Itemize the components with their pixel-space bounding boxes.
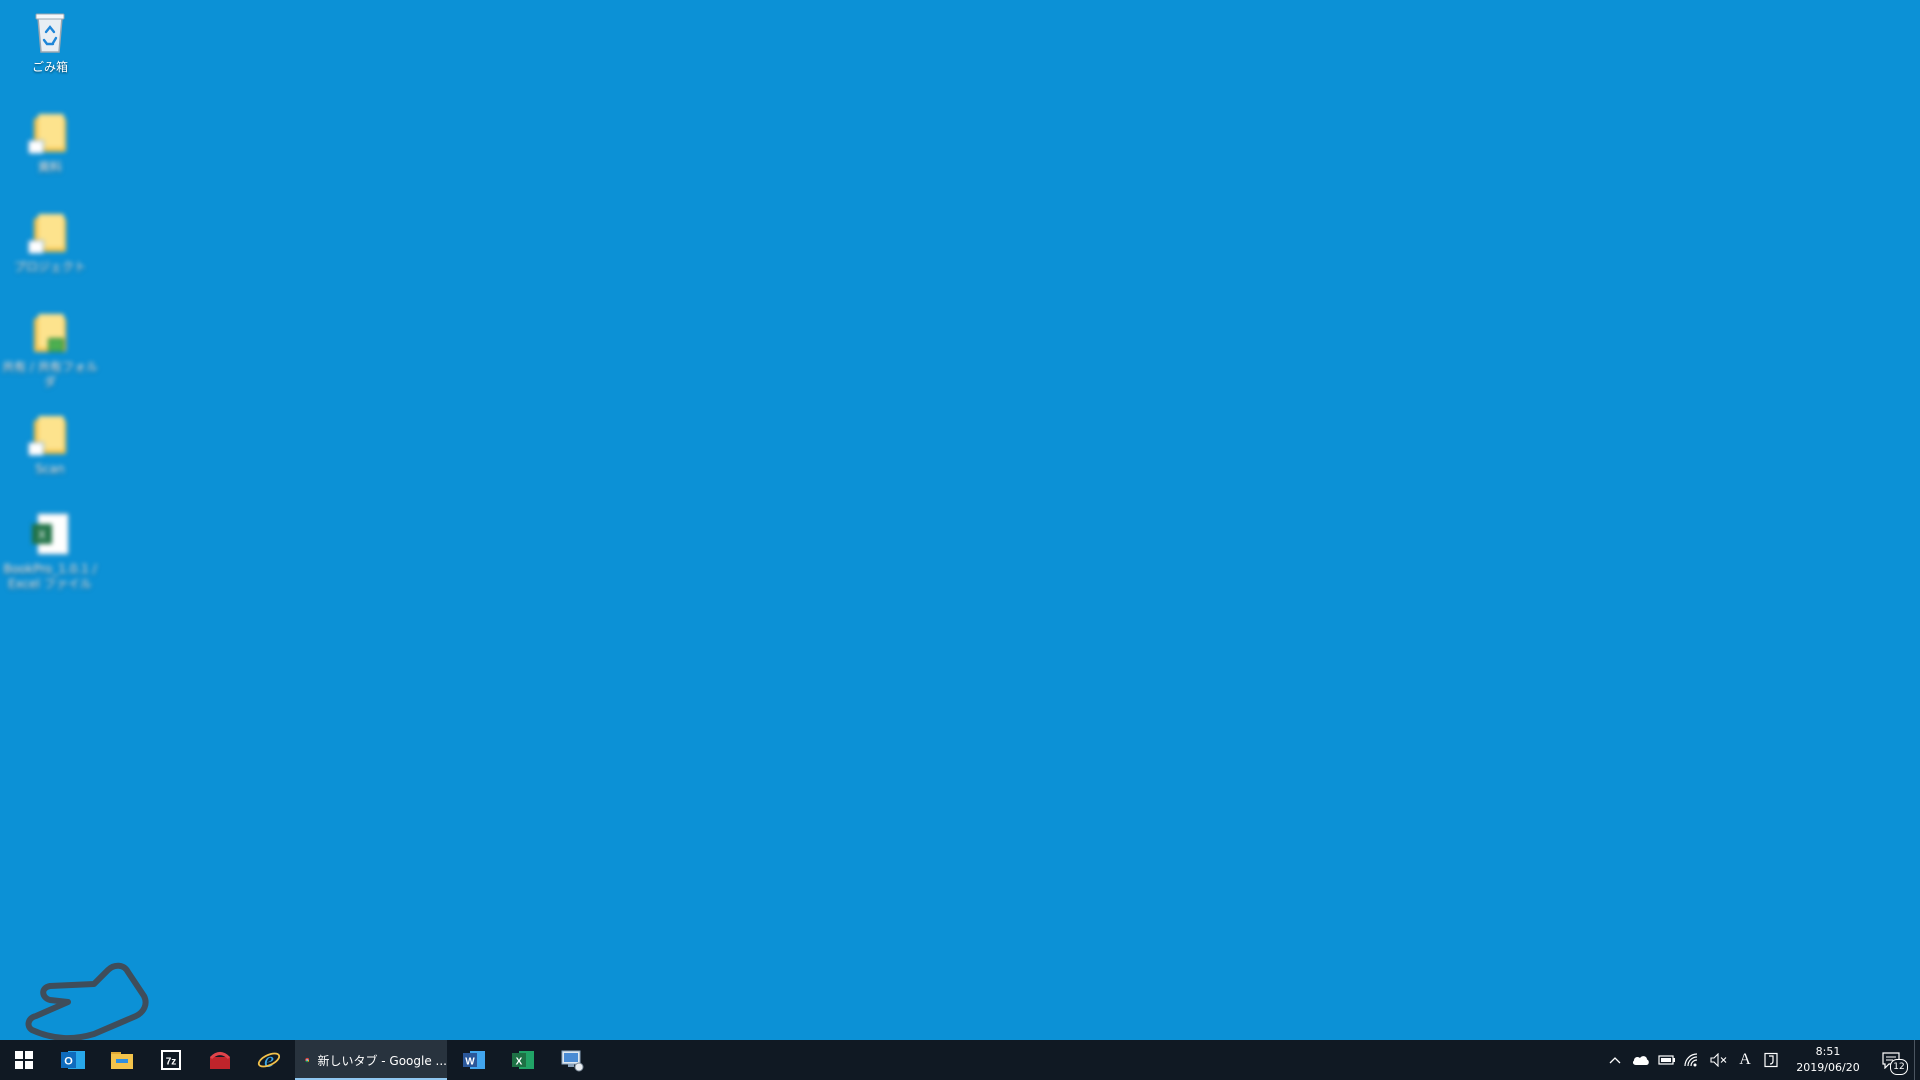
svg-text:7z: 7z: [165, 1057, 176, 1068]
desktop-icon-label: ごみ箱: [31, 60, 68, 74]
battery-button[interactable]: [1654, 1040, 1680, 1080]
taskbar-remote-desktop-button[interactable]: [547, 1040, 596, 1080]
wifi-icon: [1684, 1053, 1698, 1067]
onedrive-icon: [1632, 1056, 1649, 1065]
desktop: ごみ箱 資料 プロジェクト 共有 / 共有フォルダ Scan X BookPro…: [0, 0, 1920, 1042]
battery-icon: [1658, 1055, 1675, 1065]
desktop-icon-recycle-bin[interactable]: ごみ箱: [0, 8, 100, 75]
active-window-title: 新しいタブ - Google ...: [317, 1053, 447, 1068]
desktop-icon-label: BookPro_1.0.1 / Excel ファイル: [3, 562, 97, 591]
taskbar-outlook-button[interactable]: O: [48, 1040, 97, 1080]
folder-shortcut-icon: [26, 410, 74, 458]
excel-file-icon: X: [26, 510, 74, 558]
pointing-hand-icon: [24, 950, 154, 1042]
internet-explorer-icon: e: [257, 1048, 280, 1072]
outlook-icon: O: [60, 1051, 85, 1069]
onedrive-button[interactable]: [1628, 1040, 1654, 1080]
clock-date: 2019/06/20: [1796, 1061, 1860, 1074]
desktop-icon-excel-file[interactable]: X BookPro_1.0.1 / Excel ファイル: [0, 510, 100, 592]
recycle-bin-icon: [26, 8, 74, 56]
7zip-icon: 7z: [160, 1050, 181, 1070]
clock-time: 8:51: [1815, 1045, 1841, 1058]
taskbar-file-explorer-button[interactable]: [97, 1040, 146, 1080]
excel-icon: X: [511, 1051, 534, 1069]
volume-muted-icon: [1710, 1053, 1727, 1067]
desktop-icon-label: プロジェクト: [13, 260, 86, 274]
folder-shortcut-icon: [26, 108, 74, 156]
clock-button[interactable]: 8:51 2019/06/20: [1788, 1040, 1868, 1080]
windows-start-icon: [15, 1051, 33, 1069]
chrome-icon: [305, 1057, 310, 1063]
folder-shortcut-icon: [26, 208, 74, 256]
svg-text:O: O: [64, 1056, 73, 1068]
red-app-icon: [209, 1052, 230, 1069]
chevron-up-icon: [1609, 1057, 1621, 1064]
folder-shortcut-icon: [26, 308, 74, 356]
desktop-icon-folder-4[interactable]: Scan: [0, 410, 100, 477]
file-explorer-icon: [110, 1052, 133, 1069]
ime-pad-icon: [1764, 1052, 1778, 1068]
action-center-button[interactable]: 12: [1868, 1040, 1914, 1080]
start-button[interactable]: [0, 1040, 48, 1080]
desktop-icon-folder-2[interactable]: プロジェクト: [0, 208, 100, 275]
desktop-icon-label: 共有 / 共有フォルダ: [2, 360, 98, 389]
svg-text:X: X: [515, 1057, 522, 1068]
taskbar-chrome-window[interactable]: 新しいタブ - Google ...: [295, 1040, 447, 1080]
ime-pad-button[interactable]: [1758, 1040, 1784, 1080]
taskbar-word-button[interactable]: W: [449, 1040, 498, 1080]
desktop-icon-label: Scan: [35, 462, 65, 476]
remote-desktop-icon: [561, 1050, 583, 1072]
taskbar-excel-button[interactable]: X: [498, 1040, 547, 1080]
taskbar-red-app-button[interactable]: [195, 1040, 244, 1080]
svg-text:W: W: [465, 1057, 475, 1068]
taskbar-7zip-button[interactable]: 7z: [146, 1040, 195, 1080]
volume-button[interactable]: [1706, 1040, 1732, 1080]
show-hidden-icons-button[interactable]: [1602, 1040, 1628, 1080]
svg-text:X: X: [38, 527, 47, 542]
svg-text:e: e: [264, 1048, 274, 1072]
desktop-icon-label: 資料: [37, 160, 62, 174]
taskbar: O 7z e 新しいタブ - Google ... W X A 8:51 201…: [0, 1040, 1920, 1080]
taskbar-internet-explorer-button[interactable]: e: [244, 1040, 293, 1080]
network-button[interactable]: [1680, 1040, 1706, 1080]
ime-mode-button[interactable]: A: [1732, 1040, 1758, 1080]
show-desktop-button[interactable]: [1914, 1040, 1920, 1080]
desktop-icon-folder-3[interactable]: 共有 / 共有フォルダ: [0, 308, 100, 390]
notification-count-badge: 12: [1890, 1059, 1908, 1075]
system-tray: A 8:51 2019/06/20 12: [1602, 1040, 1920, 1080]
word-icon: W: [462, 1051, 485, 1069]
desktop-icon-folder-1[interactable]: 資料: [0, 108, 100, 175]
